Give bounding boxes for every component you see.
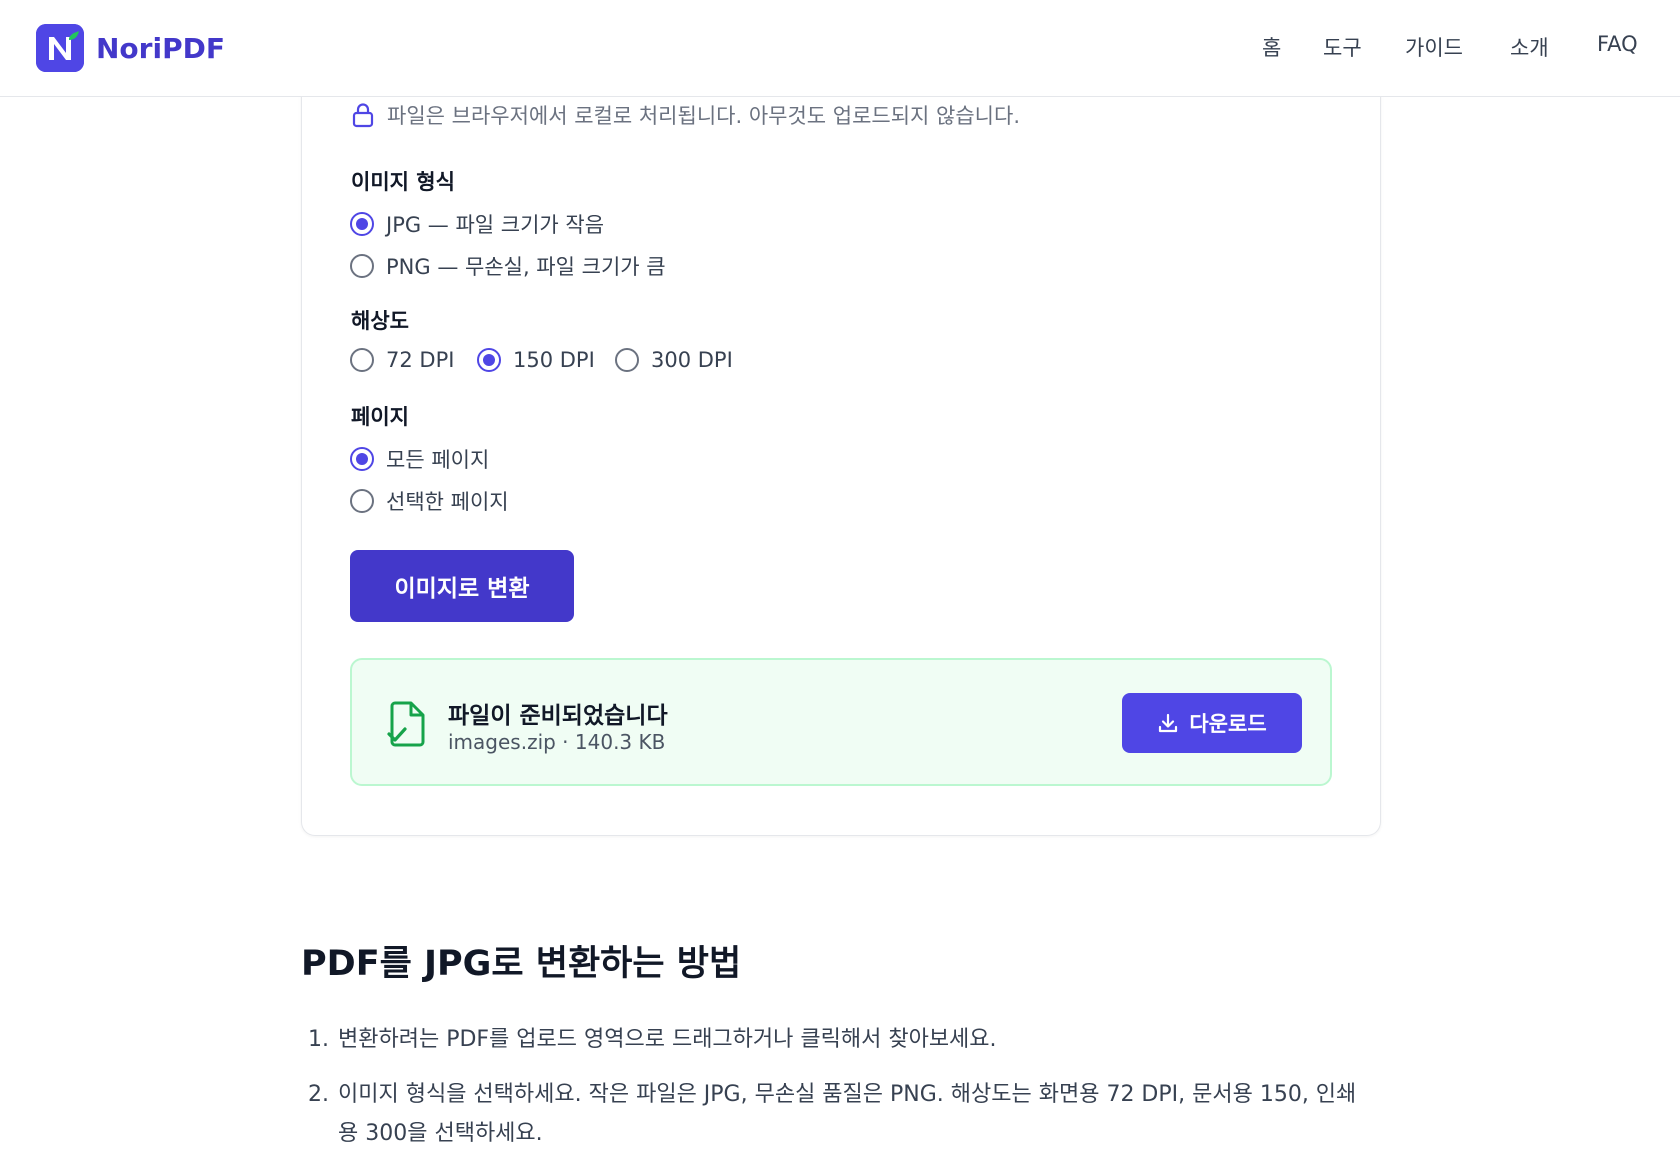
pages-title: 페이지 — [351, 405, 409, 429]
nav-tools[interactable]: 도구 — [1323, 32, 1362, 62]
step-number: 1. — [308, 1027, 329, 1052]
result-file-meta: images.zip · 140.3 KB — [448, 730, 666, 754]
logo[interactable]: NoriPDF — [36, 24, 225, 72]
step-text: 변환하려는 PDF를 업로드 영역으로 드래그하거나 클릭해서 찾아보세요. — [338, 1027, 997, 1052]
resolution-option-label: 72 DPI — [386, 348, 455, 372]
privacy-text: 파일은 브라우저에서 로컬로 처리됩니다. 아무것도 업로드되지 않습니다. — [387, 104, 1020, 128]
howto-title: PDF를 JPG로 변환하는 방법 — [301, 944, 742, 984]
radio-150-dpi[interactable] — [477, 348, 501, 372]
radio-selected-pages[interactable] — [350, 489, 374, 513]
resolution-option-label: 150 DPI — [513, 348, 595, 372]
step-number: 2. — [308, 1082, 329, 1107]
format-option-label: PNG — 무손실, 파일 크기가 큼 — [386, 255, 666, 279]
resolution-option-150[interactable]: 150 DPI — [477, 348, 595, 372]
resolution-option-72[interactable]: 72 DPI — [350, 348, 454, 372]
resolution-option-300[interactable]: 300 DPI — [615, 348, 733, 372]
download-label: 다운로드 — [1189, 712, 1267, 736]
site-header: NoriPDF 홈 도구 가이드 소개 FAQ — [0, 0, 1680, 97]
format-option-label: JPG — 파일 크기가 작음 — [386, 213, 605, 237]
format-option-png[interactable]: PNG — 무손실, 파일 크기가 큼 — [350, 251, 666, 281]
radio-all-pages[interactable] — [350, 447, 374, 471]
radio-300-dpi[interactable] — [615, 348, 639, 372]
list-item: 2. 이미지 형식을 선택하세요. 작은 파일은 JPG, 무손실 품질은 PN… — [308, 1075, 1368, 1153]
step-text: 이미지 형식을 선택하세요. 작은 파일은 JPG, 무손실 품질은 PNG. … — [338, 1082, 1357, 1146]
pages-option-label: 모든 페이지 — [386, 448, 490, 472]
download-icon — [1159, 713, 1178, 733]
radio-jpg[interactable] — [350, 212, 374, 236]
download-button[interactable]: 다운로드 — [1122, 693, 1302, 753]
pages-option-label: 선택한 페이지 — [386, 490, 509, 514]
convert-to-image-button[interactable]: 이미지로 변환 — [350, 550, 574, 622]
radio-72-dpi[interactable] — [350, 348, 374, 372]
privacy-note: 파일은 브라우저에서 로컬로 처리됩니다. 아무것도 업로드되지 않습니다. — [351, 100, 1020, 130]
pages-option-selected[interactable]: 선택한 페이지 — [350, 486, 509, 516]
format-title: 이미지 형식 — [351, 170, 455, 194]
resolution-option-label: 300 DPI — [651, 348, 733, 372]
radio-png[interactable] — [350, 254, 374, 278]
lock-icon — [352, 103, 374, 128]
list-item: 1. 변환하려는 PDF를 업로드 영역으로 드래그하거나 클릭해서 찾아보세요… — [308, 1020, 1368, 1059]
nav-home[interactable]: 홈 — [1262, 32, 1281, 62]
resolution-title: 해상도 — [351, 309, 409, 333]
noripdf-logo-icon — [36, 24, 84, 72]
nav-faq[interactable]: FAQ — [1597, 32, 1638, 56]
nav-about[interactable]: 소개 — [1510, 32, 1549, 62]
result-title: 파일이 준비되었습니다 — [448, 703, 668, 729]
result-panel: 파일이 준비되었습니다 images.zip · 140.3 KB 다운로드 — [350, 658, 1332, 786]
howto-steps: 1. 변환하려는 PDF를 업로드 영역으로 드래그하거나 클릭해서 찾아보세요… — [308, 1020, 1368, 1169]
file-check-icon — [387, 701, 425, 747]
nav-guide[interactable]: 가이드 — [1405, 32, 1463, 62]
format-option-jpg[interactable]: JPG — 파일 크기가 작음 — [350, 209, 604, 239]
logo-text: NoriPDF — [96, 31, 225, 65]
pages-option-all[interactable]: 모든 페이지 — [350, 444, 489, 474]
